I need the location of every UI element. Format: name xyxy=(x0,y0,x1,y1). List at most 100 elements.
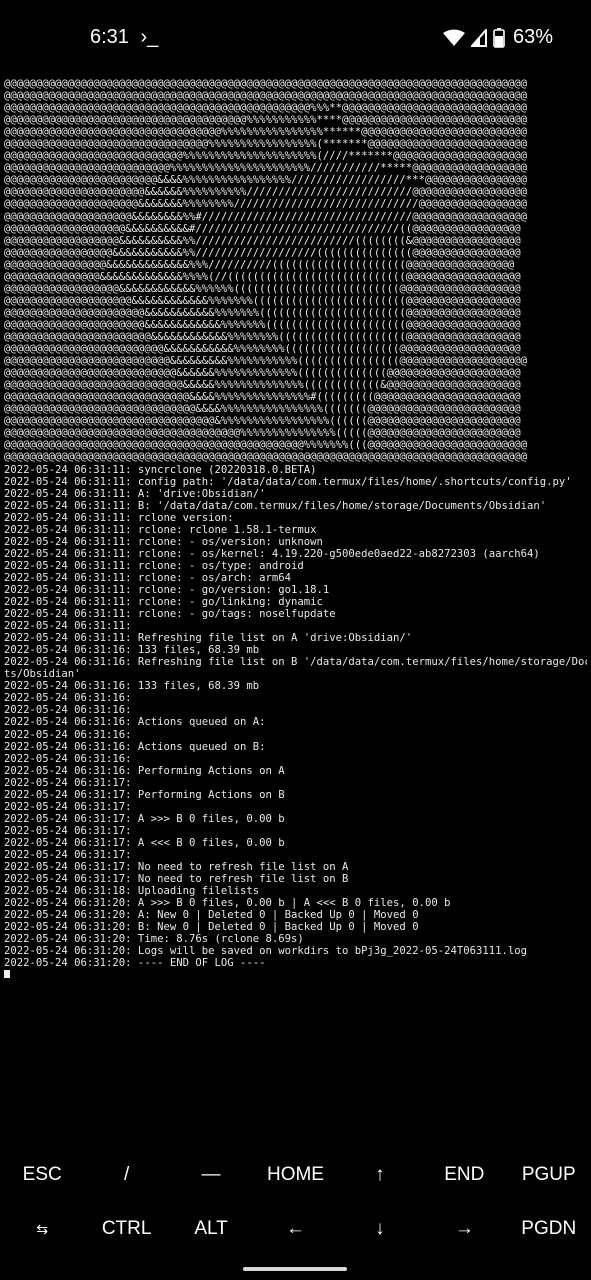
terminal-line: @@@@@@@@@@@@@@@@@@@@@@@@@@@@@@@@@@@@@@@@… xyxy=(4,439,527,452)
terminal-cursor xyxy=(4,970,10,978)
terminal-line: @@@@@@@@@@@@@@@@@@@@@@@@@@@@@@@@@@@@@@@@… xyxy=(4,90,527,103)
terminal-line: 2022-05-24 06:31:16: 133 files, 68.39 mb xyxy=(4,644,260,657)
terminal-indicator-icon: ›_ xyxy=(140,26,159,48)
terminal-line: @@@@@@@@@@@@@@@@@@@@@@@@@@@@%%%%%%%%%%%%… xyxy=(4,150,527,163)
pgdn-key[interactable]: PGDN xyxy=(507,1218,591,1240)
terminal-line: @@@@@@@@@@@@@@@@@@@@@@@@@@@@&&&&&%%%%%%%… xyxy=(4,379,521,392)
terminal-line: 2022-05-24 06:31:16: xyxy=(4,728,132,741)
terminal-output[interactable]: @@@@@@@@@@@@@@@@@@@@@@@@@@@@@@@@@@@@@@@@… xyxy=(4,78,587,978)
terminal-line: 2022-05-24 06:31:11: rclone: - go/linkin… xyxy=(4,596,323,609)
terminal-line: 2022-05-24 06:31:11: B: '/data/data/com.… xyxy=(4,499,547,512)
pgup-key[interactable]: PGUP xyxy=(507,1164,591,1186)
terminal-line: @@@@@@@@@@@@@@@@@@@@@@@@@@@@@@@@@@@@@@@@… xyxy=(4,102,527,115)
terminal-line: 2022-05-24 06:31:20: Logs will be saved … xyxy=(4,945,527,958)
terminal-line: 2022-05-24 06:31:17: No need to refresh … xyxy=(4,861,349,874)
terminal-line: 2022-05-24 06:31:16: 133 files, 68.39 mb xyxy=(4,680,260,693)
esc-key[interactable]: ESC xyxy=(0,1164,84,1186)
terminal-line: @@@@@@@@@@@@@@@@@@@@@@@@@@%%%%%%%%%%%%%%… xyxy=(4,162,527,175)
key-label: — xyxy=(201,1164,221,1185)
status-icons: 63% xyxy=(442,26,553,49)
key-label: ↑ xyxy=(375,1164,385,1185)
terminal-line: 2022-05-24 06:31:16: Actions queued on B… xyxy=(4,740,266,753)
down-arrow-key[interactable]: ↓ xyxy=(338,1218,422,1240)
extra-keys-bar: ESC / — HOME ↑ END PGUP ⇆ CTRL ALT ← ↓ → PGDN xyxy=(0,1148,591,1258)
terminal-line: @@@@@@@@@@@@@@@@@@@@@@@@@@@@@&&&&%%%%%%%… xyxy=(4,391,521,404)
terminal-line: 2022-05-24 06:31:17: xyxy=(4,800,132,813)
terminal-line: @@@@@@@@@@@@@@@&&&&&&&&&&&&&%%%%(//(((((… xyxy=(4,270,521,283)
terminal-line: @@@@@@@@@@@@@@@@@@@@@@&&&&&&&&&&&&%%%%%%… xyxy=(4,318,521,331)
terminal-line: @@@@@@@@@@@@@@@@@@@@@@@@@@@@@@@@@@@@@%%%… xyxy=(4,427,521,440)
status-time: 6:31 ›_ xyxy=(90,26,158,49)
key-label: ESC xyxy=(22,1164,62,1185)
terminal-line: 2022-05-24 06:31:17: A <<< B 0 files, 0.… xyxy=(4,836,285,849)
key-label: PGUP xyxy=(521,1164,576,1185)
terminal-line: 2022-05-24 06:31:20: A >>> B 0 files, 0.… xyxy=(4,897,451,910)
terminal-line: @@@@@@@@@@@@@@@@@@@@@@&&&&&&%%%%%%%%%%//… xyxy=(4,186,527,199)
terminal-line: 2022-05-24 06:31:16: Performing Actions … xyxy=(4,764,285,777)
terminal-line: @@@@@@@@@@@@@@@@@@@&&&&&&&&&&#//////////… xyxy=(4,222,521,235)
key-label: HOME xyxy=(266,1164,324,1185)
key-label: ALT xyxy=(194,1218,228,1239)
terminal-line: 2022-05-24 06:31:11: xyxy=(4,620,132,633)
terminal-line: 2022-05-24 06:31:11: rclone: - go/versio… xyxy=(4,583,330,596)
up-arrow-key[interactable]: ↑ xyxy=(338,1164,422,1186)
key-label: → xyxy=(454,1218,474,1239)
terminal-line: 2022-05-24 06:31:17: No need to refresh … xyxy=(4,873,349,886)
home-key[interactable]: HOME xyxy=(253,1164,337,1186)
terminal-line: @@@@@@@@@@@@@@@@&&&&&&&&&&&&&%%%////////… xyxy=(4,258,515,271)
terminal-line: 2022-05-24 06:31:11: Refreshing file lis… xyxy=(4,632,413,645)
slash-key[interactable]: / xyxy=(84,1164,168,1186)
terminal-line: 2022-05-24 06:31:18: Uploading filelists xyxy=(4,885,260,898)
terminal-line: 2022-05-24 06:31:11: rclone: - os/arch: … xyxy=(4,571,292,584)
terminal-line: @@@@@@@@@@@@@@@@@@@@@@@@@@&&&&&&&&&%%%%%… xyxy=(4,355,527,368)
wifi-icon xyxy=(442,29,465,46)
terminal-line: 2022-05-24 06:31:20: ---- END OF LOG ---… xyxy=(4,957,266,970)
gesture-nav-handle[interactable] xyxy=(243,1267,347,1271)
terminal-line: @@@@@@@@@@@@@@@@@@@@&&&&&&&&&&&&%%%%%%%(… xyxy=(4,294,521,307)
left-arrow-key[interactable]: ← xyxy=(253,1218,337,1240)
terminal-line: @@@@@@@@@@@@@@@@@@@@&&&&&&&&%%#/////////… xyxy=(4,210,527,223)
terminal-line: 2022-05-24 06:31:17: xyxy=(4,776,132,789)
terminal-line: 2022-05-24 06:31:16: xyxy=(4,752,132,765)
clock: 6:31 xyxy=(90,26,129,48)
right-arrow-key[interactable]: → xyxy=(422,1218,506,1240)
battery-percent: 63% xyxy=(512,26,553,48)
terminal-line: @@@@@@@@@@@@@@@@@@@@@@@@@@@@@@&&&&%%%%%%… xyxy=(4,403,521,416)
key-label: ← xyxy=(285,1218,305,1239)
terminal-line: @@@@@@@@@@@@@@@@@&&&&&&&&&&&%%//////////… xyxy=(4,246,521,259)
terminal-line: 2022-05-24 06:31:20: B: New 0 | Deleted … xyxy=(4,921,419,934)
ctrl-key[interactable]: CTRL xyxy=(84,1218,168,1240)
key-label: / xyxy=(123,1164,130,1185)
terminal-line: @@@@@@@@@@@@@@@@@@@@@@@&&&&&&&&&&&&%%%%%… xyxy=(4,330,521,343)
terminal-line: 2022-05-24 06:31:11: rclone: - go/tags: … xyxy=(4,608,336,621)
terminal-line: 2022-05-24 06:31:16: xyxy=(4,692,132,705)
terminal-line: 2022-05-24 06:31:17: A >>> B 0 files, 0.… xyxy=(4,812,285,825)
terminal-line: 2022-05-24 06:31:11: rclone: - os/versio… xyxy=(4,535,323,548)
terminal-line: 2022-05-24 06:31:11: config path: '/data… xyxy=(4,475,572,488)
terminal-line: 2022-05-24 06:31:11: rclone: rclone 1.58… xyxy=(4,523,317,536)
alt-key[interactable]: ALT xyxy=(169,1218,253,1240)
battery-icon xyxy=(493,27,505,48)
terminal-line: @@@@@@@@@@@@@@@@@@@@@@@@@@@@@@@@@@@@@@@@… xyxy=(4,451,527,464)
tab-key[interactable]: ⇆ xyxy=(0,1218,84,1240)
terminal-line: 2022-05-24 06:31:16: Actions queued on A… xyxy=(4,716,266,729)
terminal-line: 2022-05-24 06:31:17: xyxy=(4,849,132,861)
terminal-line: @@@@@@@@@@@@@@@@@@&&&&&&&&&&&&%%%%%%((((… xyxy=(4,282,521,295)
end-key[interactable]: END xyxy=(422,1164,506,1186)
terminal-line: @@@@@@@@@@@@@@@@@@@@@&&&&&&&%%%%%%%%////… xyxy=(4,198,527,211)
cellular-signal-icon xyxy=(470,28,487,47)
terminal-line: 2022-05-24 06:31:20: A: New 0 | Deleted … xyxy=(4,909,419,922)
dash-key[interactable]: — xyxy=(169,1164,253,1186)
status-bar: 6:31 ›_ 63% xyxy=(0,0,591,76)
terminal-line: 2022-05-24 06:31:20: Time: 8.76s (rclone… xyxy=(4,933,304,946)
key-label: END xyxy=(444,1164,485,1185)
key-label: PGDN xyxy=(521,1218,577,1239)
terminal-line: 2022-05-24 06:31:17: Performing Actions … xyxy=(4,788,285,801)
terminal-line: ts/Obsidian' xyxy=(4,668,81,681)
tab-icon: ⇆ xyxy=(36,1221,49,1237)
terminal-line: @@@@@@@@@@@@@@@@@@@@@@@@@&&&&&&&&&&&%%%%… xyxy=(4,343,521,356)
terminal-line: @@@@@@@@@@@@@@@@@@@@@@@@@@@@@@@@@@@@@@@@… xyxy=(4,78,527,90)
terminal-line: 2022-05-24 06:31:11: rclone: - os/type: … xyxy=(4,559,304,572)
terminal-line: 2022-05-24 06:31:11: rclone version: xyxy=(4,511,234,524)
terminal-line: 2022-05-24 06:31:11: rclone: - os/kernel… xyxy=(4,547,540,560)
